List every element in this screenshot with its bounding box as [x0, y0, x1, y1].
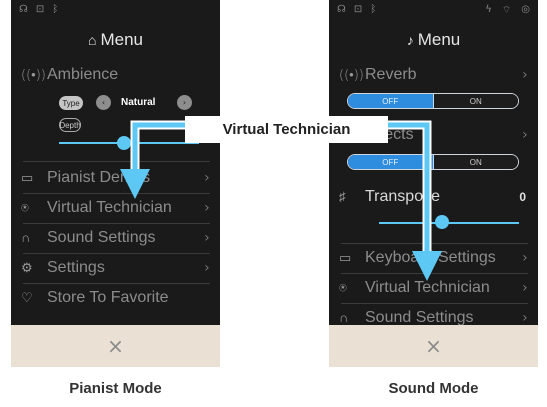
callout-arrow-right	[385, 120, 432, 270]
callout-label: Virtual Technician	[185, 116, 388, 143]
callout-arrow-left	[130, 120, 188, 188]
callout-arrows	[120, 120, 442, 281]
